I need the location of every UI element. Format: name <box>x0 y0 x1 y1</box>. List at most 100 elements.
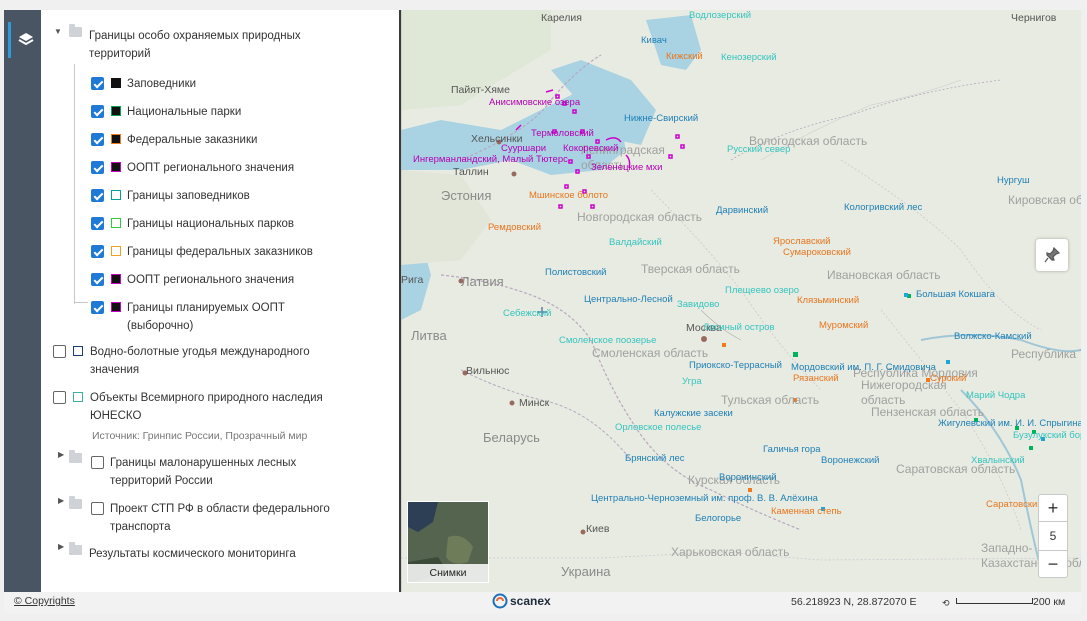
group-title-protected-areas: Границы особо охраняемых природных терри… <box>89 30 301 60</box>
coords-toggle-icon[interactable]: ⟲ <box>942 598 950 609</box>
region-label: Тульская область <box>721 393 820 407</box>
reserve-label: Воронежский <box>821 455 880 466</box>
regional-area-label: Термоловский <box>531 128 594 139</box>
park-label: Себежский <box>503 308 552 319</box>
city-label: Киев <box>586 523 610 535</box>
layer-checkbox[interactable] <box>91 217 104 230</box>
forests-checkbox[interactable] <box>91 456 104 469</box>
layer-swatch <box>111 218 121 228</box>
federal-zakaznik-label: Ярославский <box>773 236 831 247</box>
park-label: Хвалынский <box>971 455 1025 466</box>
regional-area-label: Сууршари <box>501 143 547 154</box>
country-label: Латвия <box>461 274 504 289</box>
zoom-out-button[interactable]: − <box>1038 550 1068 578</box>
region-label: Кировская область <box>1008 193 1081 207</box>
stp-label-2: транспорта <box>110 521 171 533</box>
reserve-label: Калужские засеки <box>654 408 733 419</box>
regional-area-label: Ингерманландский, Малый Тютерс <box>413 154 568 165</box>
forests-label: Границы малонарушенных лесных <box>110 457 297 469</box>
city-label: Вильнюс <box>466 365 510 377</box>
layer-checkbox[interactable] <box>91 133 104 146</box>
layer-label: Национальные парки <box>127 106 242 118</box>
regional-area-label: Кокоревский <box>563 143 619 154</box>
federal-zakaznik-label: Рязанский <box>793 373 839 384</box>
federal-zakaznik-label: Сурский <box>930 373 967 384</box>
forests-label-2: территорий России <box>110 475 213 487</box>
park-label: Валдайский <box>609 237 662 248</box>
park-label: Плещеево озеро <box>725 285 800 296</box>
regional-area-label: Зеленецкие мхи <box>591 162 663 173</box>
pin-button[interactable] <box>1036 239 1068 271</box>
wetlands-checkbox[interactable] <box>53 345 66 358</box>
expand-arrow-right-icon[interactable]: ▶ <box>58 496 64 505</box>
park-label: Лосиный остров <box>703 322 775 333</box>
cosmic-monitoring-label: Результаты космического мониторинга <box>89 548 296 560</box>
wetlands-label: Водно-болотные угодья международного <box>90 346 310 358</box>
layer-label: Федеральные заказники <box>127 134 258 146</box>
map-canvas[interactable]: Эстония Латвия Литва Беларусь Украина Вологод… <box>401 10 1081 592</box>
folder-icon <box>69 542 82 555</box>
expand-arrow-right-icon[interactable]: ▶ <box>58 450 64 459</box>
federal-zakaznik-label: Ремдовский <box>488 222 542 233</box>
copyrights-link[interactable]: © Copyrights <box>14 595 75 607</box>
reserve-label: Галичья гора <box>763 444 821 455</box>
region-label: Новгородская область <box>577 210 703 224</box>
reserve-label: Нижне-Свирский <box>624 113 699 124</box>
scanex-logo: scanex <box>492 593 551 609</box>
scanex-logo-icon <box>492 593 508 609</box>
layers-panel: ▼ Границы особо охраняемых природных тер… <box>41 10 399 592</box>
layer-checkbox[interactable] <box>91 77 104 90</box>
layer-label: ООПТ регионального значения <box>127 274 295 286</box>
snapshots-button[interactable]: Снимки <box>407 501 489 583</box>
stp-checkbox[interactable] <box>91 502 104 515</box>
folder-icon <box>69 450 82 463</box>
layer-checkbox[interactable] <box>91 105 104 118</box>
layer-checkbox[interactable] <box>91 161 104 174</box>
layer-checkbox[interactable] <box>91 301 104 314</box>
layer-checkbox[interactable] <box>91 273 104 286</box>
layer-swatch <box>111 162 121 172</box>
city-label: Пайят-Хяме <box>451 84 510 96</box>
layers-icon <box>18 33 33 46</box>
layer-swatch <box>111 302 121 312</box>
layer-label: Границы федеральных заказников <box>127 246 313 258</box>
expand-arrow-right-icon[interactable]: ▶ <box>58 542 64 551</box>
layer-label-2: (выборочно) <box>127 320 194 332</box>
reserve-label: Кивач <box>641 35 667 46</box>
layer-swatch <box>111 274 121 284</box>
federal-zakaznik-label: Кижский <box>666 51 703 62</box>
pin-icon <box>1044 247 1060 263</box>
region-label: Республика Татарстан <box>1011 347 1081 361</box>
layer-checkbox[interactable] <box>91 189 104 202</box>
zoom-in-button[interactable]: + <box>1038 494 1068 522</box>
city-label: Карелия <box>541 12 582 24</box>
reserve-label: Приокско-Террасный <box>689 360 782 371</box>
layer-label: ООПТ регионального значения <box>127 162 295 174</box>
folder-icon <box>69 496 82 509</box>
coordinates-readout: 56.218923 N, 28.872070 E <box>791 596 917 608</box>
city-label: Рига <box>401 274 424 286</box>
reserve-label: Центрально-Лесной <box>584 294 673 305</box>
layer-label: Границы планируемых ООПТ <box>127 302 285 314</box>
layer-swatch <box>111 190 121 200</box>
park-label: Угра <box>682 376 702 387</box>
layer-swatch <box>111 78 121 88</box>
expand-arrow-down-icon[interactable]: ▼ <box>54 27 62 36</box>
reserve-label: Мордовский им. П. Г. Смидовича <box>791 362 936 373</box>
snapshots-label: Снимки <box>408 564 488 582</box>
tree-line <box>74 64 75 304</box>
unesco-checkbox[interactable] <box>53 391 66 404</box>
reserve-label: Нургуш <box>997 175 1030 186</box>
region-label: Ивановская область <box>827 268 941 282</box>
layers-button[interactable] <box>8 22 40 58</box>
stp-label: Проект СТП РФ в области федерального <box>110 503 330 515</box>
unesco-label: Объекты Всемирного природного наследия <box>90 392 323 404</box>
wetlands-label-2: значения <box>90 364 140 376</box>
unesco-label-2: ЮНЕСКО <box>90 410 142 422</box>
park-label: Смоленское поозерье <box>559 335 657 346</box>
status-bar: © Copyrights scanex 56.218923 N, 28.8720… <box>4 592 1081 613</box>
layer-checkbox[interactable] <box>91 245 104 258</box>
reserve-label: Волжско-Камский <box>954 331 1032 342</box>
reserve-label: Жигулевский им. И. И. Спрыгина <box>938 418 1081 429</box>
federal-zakaznik-label: Клязьминский <box>797 295 860 306</box>
